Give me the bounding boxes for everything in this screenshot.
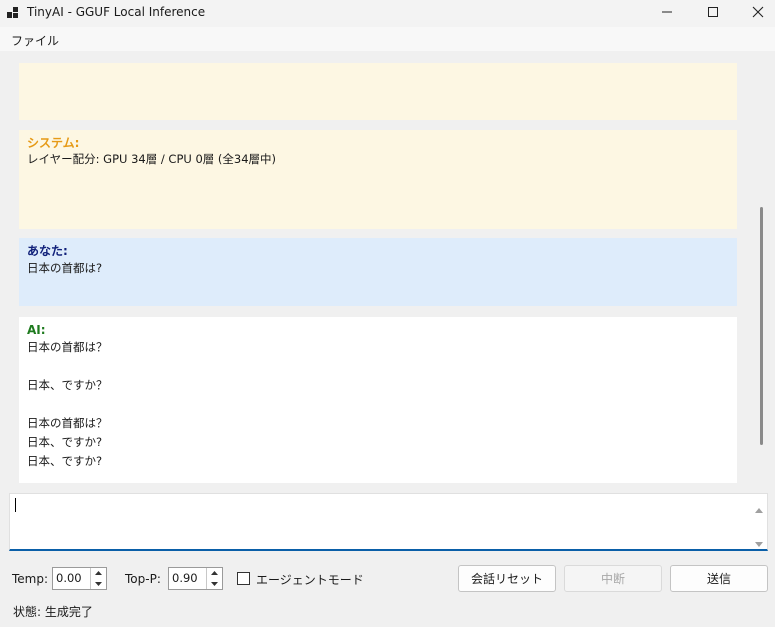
- agent-mode-checkbox[interactable]: [237, 572, 250, 585]
- scroll-up-icon[interactable]: [755, 502, 763, 513]
- message-system: システム: レイヤー配分: GPU 34層 / CPU 0層 (全34層中): [19, 130, 737, 229]
- menu-bar: ファイル: [0, 27, 775, 51]
- message-ai: AI: 日本の首都は？ 日本、ですか？ 日本の首都は？ 日本、ですか? 日本、で…: [19, 317, 737, 483]
- message-text: レイヤー配分: GPU 34層 / CPU 0層 (全34層中): [27, 152, 277, 166]
- topp-increase-icon[interactable]: [207, 568, 222, 579]
- message-sender: AI:: [27, 323, 46, 337]
- temp-label: Temp:: [12, 572, 49, 586]
- close-button[interactable]: [735, 0, 775, 27]
- agent-mode-label[interactable]: エージェントモード: [256, 571, 364, 588]
- topp-decrease-icon[interactable]: [207, 579, 222, 590]
- maximize-icon: [707, 6, 719, 21]
- reset-conversation-button[interactable]: 会話リセット: [458, 565, 556, 592]
- send-button[interactable]: 送信: [670, 565, 768, 592]
- message-sender: あなた:: [27, 244, 68, 258]
- message-text: 日本の首都は?: [27, 261, 103, 275]
- temp-increase-icon[interactable]: [91, 568, 106, 579]
- minimize-icon: [661, 6, 673, 21]
- temp-spinner[interactable]: 0.00: [52, 567, 107, 590]
- menu-file[interactable]: ファイル: [11, 32, 59, 49]
- text-caret: [15, 498, 16, 512]
- chat-scrollbar-thumb[interactable]: [760, 207, 763, 445]
- chat-history[interactable]: システム: レイヤー配分: GPU 34層 / CPU 0層 (全34層中) あ…: [0, 51, 775, 489]
- status-text: 状態: 生成完了: [13, 605, 93, 619]
- app-icon: [6, 6, 20, 20]
- message-sender: システム:: [27, 136, 80, 150]
- scroll-down-icon[interactable]: [755, 537, 763, 547]
- stop-button[interactable]: 中断: [564, 565, 662, 592]
- message-system-partial: [19, 63, 737, 120]
- title-bar: TinyAI - GGUF Local Inference: [0, 0, 775, 27]
- window-title: TinyAI - GGUF Local Inference: [27, 5, 206, 19]
- maximize-button[interactable]: [690, 0, 736, 27]
- message-text: 日本の首都は？ 日本、ですか？ 日本の首都は？ 日本、ですか? 日本、ですか?: [27, 340, 108, 468]
- message-user: あなた: 日本の首都は?: [19, 238, 737, 306]
- topp-value[interactable]: 0.90: [172, 571, 198, 585]
- chat-scrollbar[interactable]: [757, 51, 769, 489]
- temp-decrease-icon[interactable]: [91, 579, 106, 590]
- close-icon: [752, 6, 764, 21]
- minimize-button[interactable]: [644, 0, 690, 27]
- temp-value[interactable]: 0.00: [56, 571, 82, 585]
- topp-spinner[interactable]: 0.90: [168, 567, 223, 590]
- message-input[interactable]: [9, 493, 768, 551]
- topp-label: Top-P:: [125, 572, 161, 586]
